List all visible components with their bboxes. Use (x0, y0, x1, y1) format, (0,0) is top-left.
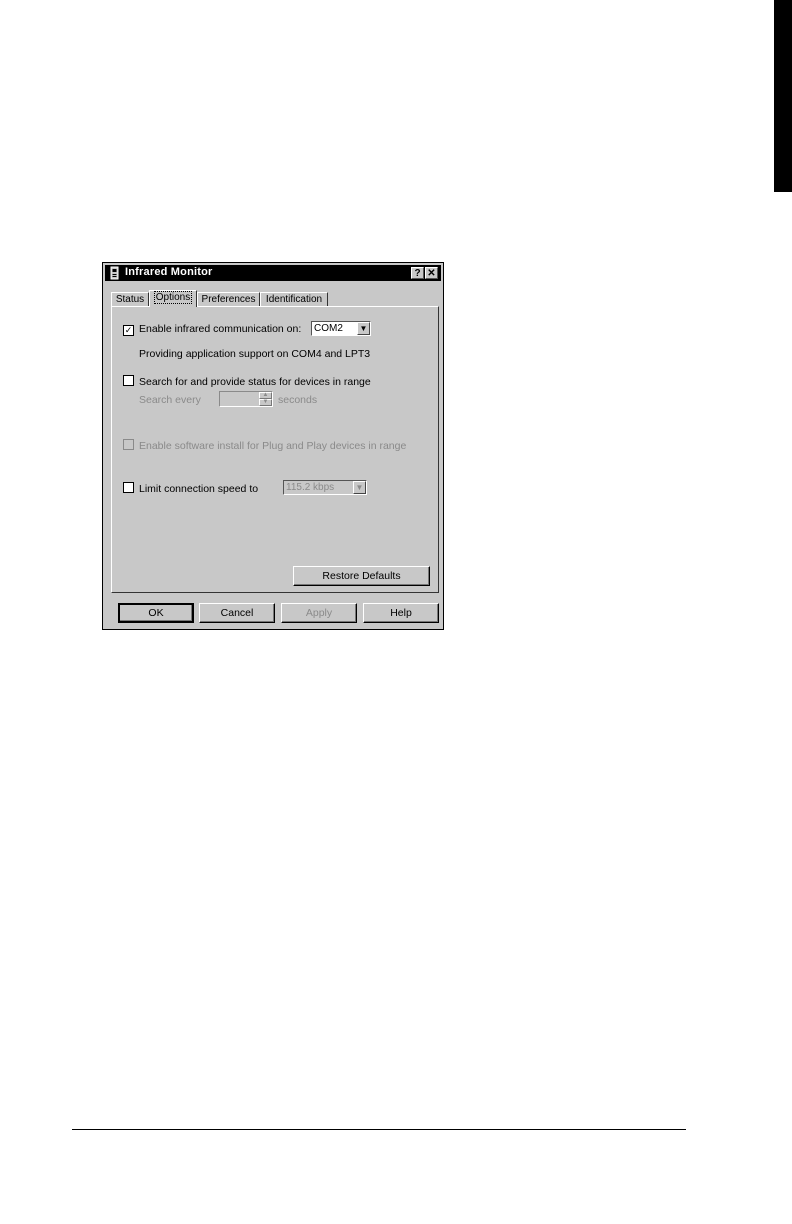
infrared-monitor-dialog: Infrared Monitor ? ✕ Status Options Pref… (102, 262, 444, 630)
cancel-button[interactable]: Cancel (199, 603, 275, 623)
search-every-label: Search every (139, 394, 201, 406)
seconds-label: seconds (278, 394, 318, 406)
infrared-app-icon (110, 266, 119, 280)
com-port-select[interactable]: COM2 ▼ (311, 321, 371, 336)
speed-select[interactable]: 115.2 kbps ▼ (283, 480, 367, 495)
tab-label: Preferences (201, 294, 256, 305)
spin-up-icon[interactable]: ▲ (259, 392, 272, 399)
limit-speed-row[interactable]: Limit connection speed to (123, 482, 258, 495)
tab-label: Status (115, 294, 145, 305)
tab-label: Options (153, 291, 193, 304)
footer-rule (72, 1129, 686, 1130)
spin-down-icon[interactable]: ▼ (259, 399, 272, 406)
enable-ir-label: Enable infrared communication on: (139, 323, 302, 335)
tab-status[interactable]: Status (111, 292, 149, 306)
tab-identification[interactable]: Identification (260, 292, 328, 306)
window-title: Infrared Monitor (125, 266, 213, 278)
com-port-value: COM2 (314, 323, 343, 334)
page-edge-tab (774, 0, 792, 192)
tab-options[interactable]: Options (149, 290, 197, 307)
chevron-down-icon[interactable]: ▼ (353, 481, 366, 494)
pnp-label: Enable software install for Plug and Pla… (139, 440, 407, 452)
title-bar[interactable]: Infrared Monitor ? ✕ (105, 265, 441, 281)
options-panel: ✓ Enable infrared communication on: COM2 … (111, 306, 439, 593)
help-title-button[interactable]: ? (411, 267, 424, 279)
pnp-checkbox[interactable] (123, 439, 134, 450)
search-label: Search for and provide status for device… (139, 376, 371, 388)
tab-label: Identification (265, 294, 323, 305)
close-icon[interactable]: ✕ (425, 267, 438, 279)
search-interval-stepper[interactable]: ▲ ▼ (219, 391, 273, 407)
chevron-down-icon[interactable]: ▼ (357, 322, 370, 335)
enable-ir-row[interactable]: ✓ Enable infrared communication on: (123, 323, 301, 336)
search-row[interactable]: Search for and provide status for device… (123, 375, 371, 388)
speed-value: 115.2 kbps (286, 482, 335, 493)
ok-button[interactable]: OK (118, 603, 194, 623)
restore-defaults-button[interactable]: Restore Defaults (293, 566, 430, 586)
apply-button[interactable]: Apply (281, 603, 357, 623)
tab-preferences[interactable]: Preferences (197, 292, 260, 306)
limit-speed-checkbox[interactable] (123, 482, 134, 493)
enable-ir-checkbox[interactable]: ✓ (123, 325, 134, 336)
limit-speed-label: Limit connection speed to (139, 483, 259, 495)
pnp-row[interactable]: Enable software install for Plug and Pla… (123, 439, 406, 452)
search-checkbox[interactable] (123, 375, 134, 386)
support-text: Providing application support on COM4 an… (139, 348, 371, 360)
help-button[interactable]: Help (363, 603, 439, 623)
